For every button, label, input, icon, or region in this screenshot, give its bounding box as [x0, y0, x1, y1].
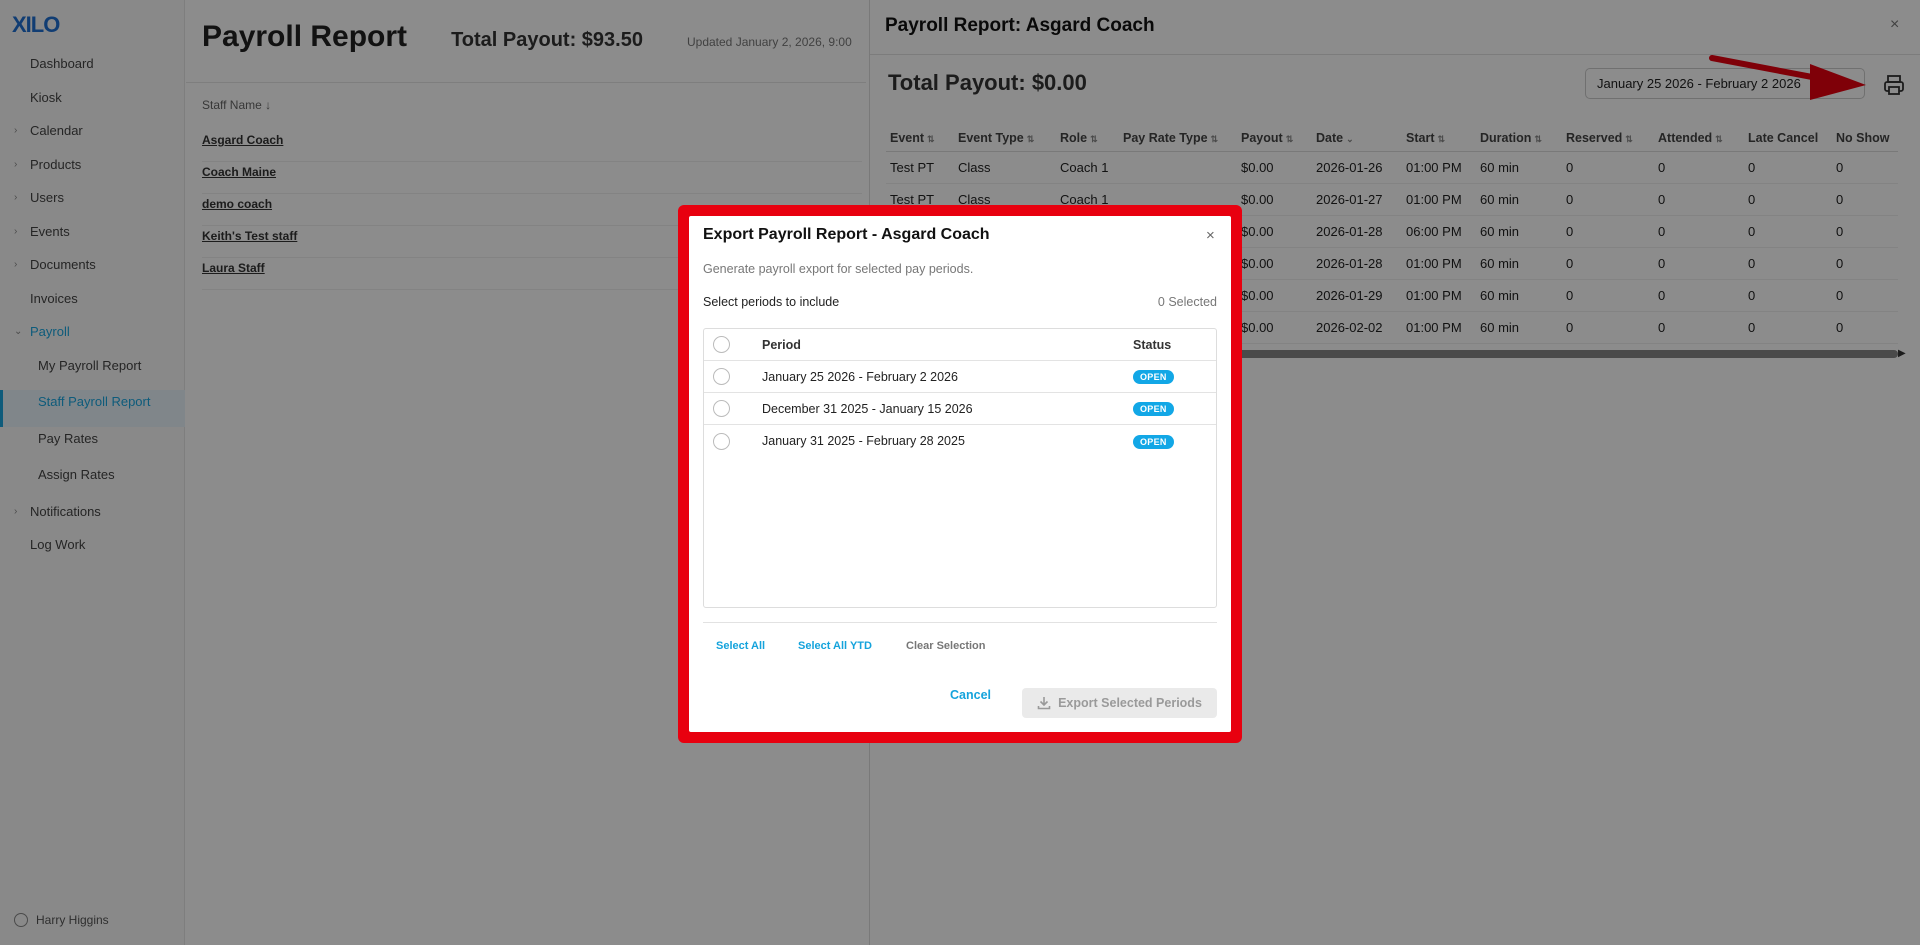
selected-count: 0 Selected	[1157, 295, 1217, 309]
divider	[703, 622, 1217, 623]
status-badge: OPEN	[1133, 434, 1174, 449]
row-checkbox[interactable]	[713, 368, 730, 385]
dialog-description: Generate payroll export for selected pay…	[703, 262, 974, 276]
table-row[interactable]: December 31 2025 - January 15 2026 OPEN	[704, 393, 1216, 425]
dialog-title: Export Payroll Report - Asgard Coach	[703, 226, 990, 243]
status-cell: OPEN	[1133, 369, 1174, 384]
period-label: January 31 2025 - February 28 2025	[762, 434, 965, 448]
table-header: Period Status	[704, 329, 1216, 361]
export-selected-periods-button[interactable]: Export Selected Periods	[1022, 688, 1217, 718]
status-badge: OPEN	[1133, 402, 1174, 416]
status-cell: OPEN	[1133, 434, 1174, 449]
select-all-checkbox[interactable]	[713, 336, 730, 353]
status-badge: OPEN	[1133, 370, 1174, 384]
clear-selection-button[interactable]: Clear Selection	[906, 640, 985, 652]
export-payroll-dialog: Export Payroll Report - Asgard Coach × G…	[689, 216, 1231, 732]
cancel-button[interactable]: Cancel	[950, 688, 991, 702]
table-row[interactable]: January 25 2026 - February 2 2026 OPEN	[704, 361, 1216, 393]
period-label: December 31 2025 - January 15 2026	[762, 401, 973, 416]
select-all-ytd-button[interactable]: Select All YTD	[798, 640, 872, 652]
status-column-header: Status	[1133, 337, 1172, 352]
row-checkbox[interactable]	[713, 432, 730, 450]
table-row[interactable]: January 31 2025 - February 28 2025 OPEN	[704, 425, 1216, 457]
select-periods-label: Select periods to include	[703, 295, 840, 309]
download-icon	[1037, 697, 1051, 710]
close-icon[interactable]: ×	[1206, 227, 1215, 244]
period-label: January 25 2026 - February 2 2026	[762, 369, 958, 384]
periods-table: Period Status January 25 2026 - February…	[703, 328, 1217, 608]
export-button-label: Export Selected Periods	[1058, 696, 1202, 710]
status-cell: OPEN	[1133, 401, 1174, 416]
period-column-header: Period	[762, 337, 801, 352]
row-checkbox[interactable]	[713, 400, 730, 417]
select-all-button[interactable]: Select All	[716, 640, 765, 652]
